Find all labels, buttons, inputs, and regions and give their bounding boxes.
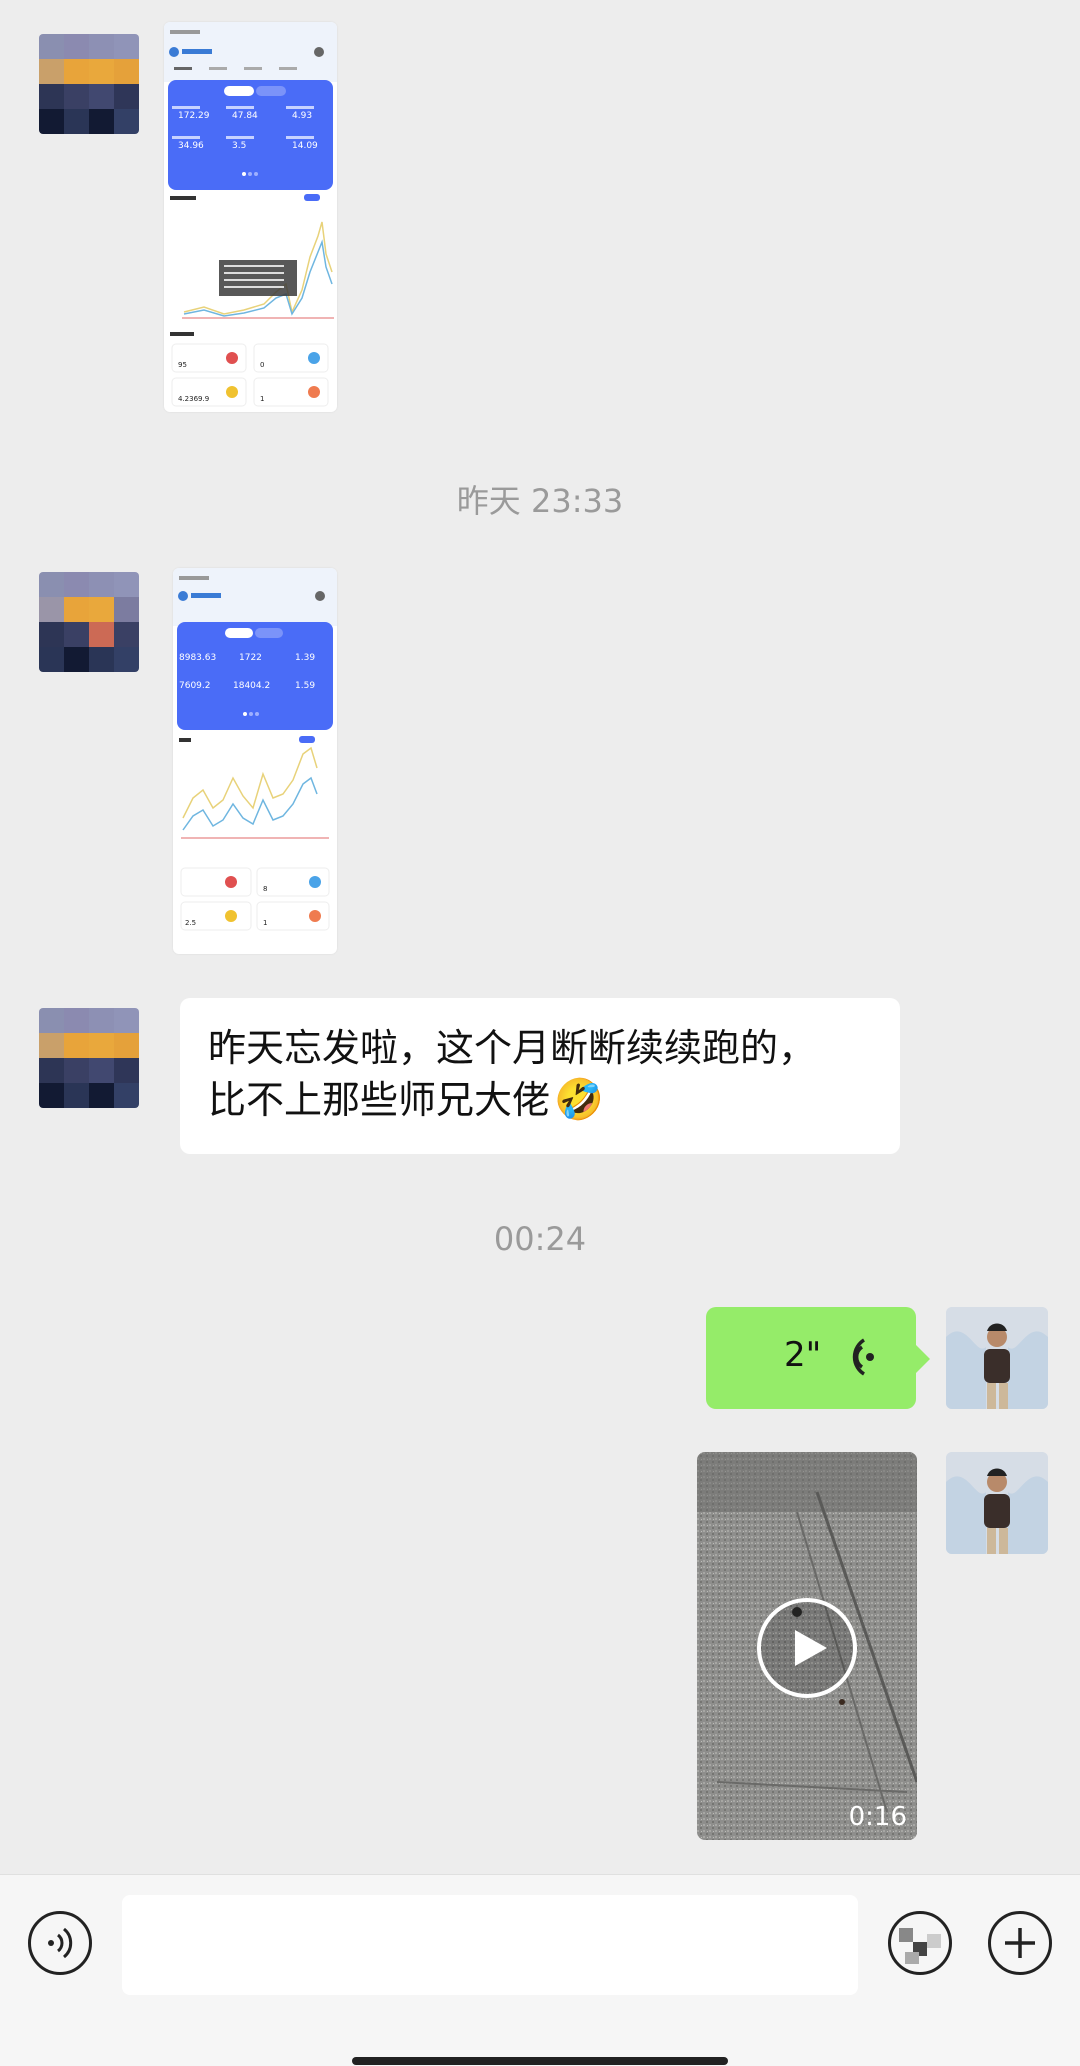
stat-value: 3.5 (232, 141, 246, 151)
timestamp: 00:24 (493, 1220, 587, 1258)
message-text-line: 昨天忘发啦，这个月断断续续跑的， (208, 1026, 817, 1070)
video-message[interactable]: 0:16 (697, 1452, 917, 1840)
emoji-button[interactable] (888, 1911, 952, 1975)
voice-message-bubble[interactable]: 2" (706, 1307, 930, 1409)
chat-input-bar (0, 1874, 1080, 2066)
stat-value: 34.96 (178, 141, 204, 151)
voice-duration: 2" (784, 1335, 822, 1375)
card-value: 8 (263, 885, 267, 893)
video-duration: 0:16 (848, 1802, 907, 1832)
person-photo (946, 1307, 1048, 1409)
stat-value: 47.84 (232, 111, 258, 121)
contact-avatar[interactable] (39, 572, 139, 672)
my-avatar[interactable] (946, 1452, 1048, 1554)
voice-input-button[interactable] (28, 1911, 92, 1975)
message-text-line: 比不上那些师兄大佬 (208, 1078, 551, 1122)
contact-avatar[interactable] (39, 34, 139, 134)
my-avatar[interactable] (946, 1307, 1048, 1409)
more-options-button[interactable] (988, 1911, 1052, 1975)
home-indicator (352, 2057, 728, 2065)
app-screenshot-preview: 172.29 47.84 4.93 34.96 3.5 14.09 95 0 4… (164, 22, 337, 407)
stat-value: 4.93 (292, 111, 312, 121)
voice-wave-icon (852, 1338, 874, 1376)
play-icon[interactable] (755, 1596, 859, 1700)
app-screenshot-preview: 8983.63 1722 1.39 7609.2 18404.2 1.59 8 … (173, 568, 337, 931)
stat-value: 1722 (239, 653, 262, 663)
plus-icon (1005, 1928, 1035, 1958)
card-value: 0 (260, 361, 264, 369)
image-message-app-screenshot[interactable]: 172.29 47.84 4.93 34.96 3.5 14.09 95 0 4… (164, 22, 337, 412)
message-input[interactable] (122, 1895, 858, 1995)
grinning-squinting-emoji-icon: 🤣 (554, 1077, 604, 1123)
person-photo (946, 1452, 1048, 1554)
stat-value: 1.39 (295, 653, 315, 663)
emoji-icon (899, 1928, 941, 1964)
stat-value: 172.29 (178, 111, 210, 121)
card-value: 1 (263, 919, 267, 927)
card-value: 95 (178, 361, 187, 369)
stat-value: 8983.63 (179, 653, 216, 663)
text-message-bubble[interactable]: 昨天忘发啦，这个月断断续续跑的， 比不上那些师兄大佬 🤣 (180, 998, 900, 1154)
stat-value: 18404.2 (233, 681, 270, 691)
stat-value: 7609.2 (179, 681, 211, 691)
timestamp: 昨天 23:33 (456, 482, 624, 520)
stat-value: 1.59 (295, 681, 315, 691)
voice-icon (48, 1927, 73, 1959)
contact-avatar[interactable] (39, 1008, 139, 1108)
card-value: 2.5 (185, 919, 196, 927)
card-value: 4.2369.9 (178, 395, 209, 403)
image-message-app-screenshot[interactable]: 8983.63 1722 1.39 7609.2 18404.2 1.59 8 … (173, 568, 337, 954)
card-value: 1 (260, 395, 264, 403)
stat-value: 14.09 (292, 141, 318, 151)
